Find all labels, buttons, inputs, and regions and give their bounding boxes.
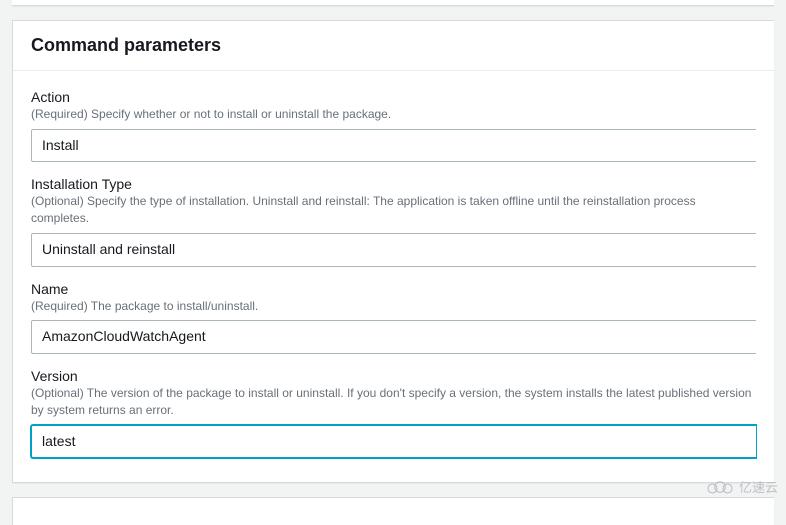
next-panel-top <box>12 497 774 525</box>
field-version: Version (Optional) The version of the pa… <box>31 368 756 458</box>
action-description: (Required) Specify whether or not to ins… <box>31 106 756 123</box>
watermark: 亿速云 <box>705 477 778 496</box>
cloud-icon <box>705 479 735 495</box>
version-input[interactable] <box>31 425 756 459</box>
version-description: (Optional) The version of the package to… <box>31 385 756 419</box>
field-name: Name (Required) The package to install/u… <box>31 281 756 354</box>
installation-type-label: Installation Type <box>31 176 756 192</box>
name-label: Name <box>31 281 756 297</box>
installation-type-input[interactable] <box>31 233 756 267</box>
previous-panel-bottom <box>12 0 774 6</box>
name-input[interactable] <box>31 320 756 354</box>
field-action: Action (Required) Specify whether or not… <box>31 89 756 162</box>
panel-body: Action (Required) Specify whether or not… <box>13 71 774 482</box>
installation-type-description: (Optional) Specify the type of installat… <box>31 193 756 227</box>
panel-header: Command parameters <box>13 21 774 71</box>
field-installation-type: Installation Type (Optional) Specify the… <box>31 176 756 266</box>
command-parameters-panel: Command parameters Action (Required) Spe… <box>12 20 774 483</box>
watermark-text: 亿速云 <box>739 477 778 496</box>
version-label: Version <box>31 368 756 384</box>
action-label: Action <box>31 89 756 105</box>
name-description: (Required) The package to install/uninst… <box>31 298 756 315</box>
panel-title: Command parameters <box>31 35 756 56</box>
action-input[interactable] <box>31 129 756 163</box>
